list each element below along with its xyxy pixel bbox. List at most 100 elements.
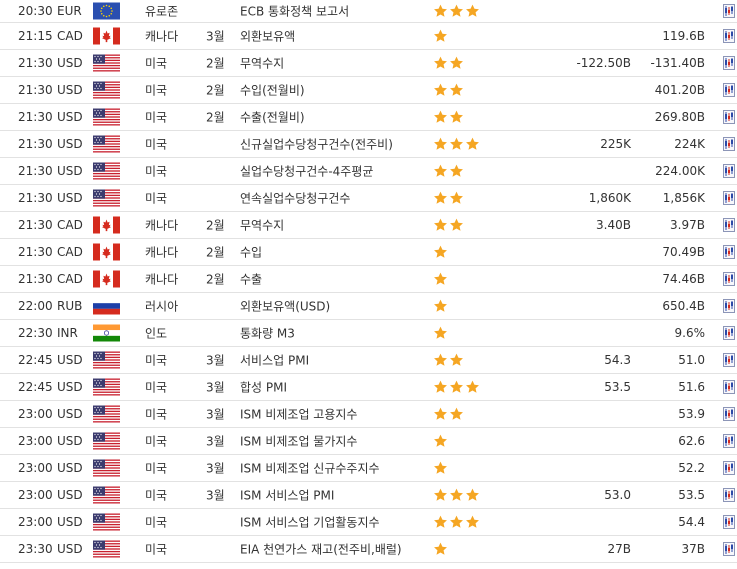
event-name[interactable]: 수입(전월비)	[240, 82, 305, 99]
star-icon	[465, 515, 480, 530]
country-cell: 미국	[145, 137, 168, 152]
previous-cell: 62.6	[678, 434, 705, 448]
event-name[interactable]: 합성 PMI	[240, 379, 287, 396]
previous-cell: 1,856K	[662, 191, 705, 205]
table-row[interactable]: 22:00 RUB 러시아 외환보유액(USD) 650.4B	[0, 293, 737, 320]
chart-icon[interactable]	[723, 542, 735, 556]
event-name[interactable]: ISM 서비스업 기업활동지수	[240, 514, 380, 531]
table-row[interactable]: 21:30 USD 미국 2월 무역수지 -122.50B -131.40B	[0, 50, 737, 77]
time-cell: 21:30	[18, 272, 53, 286]
table-row[interactable]: 21:15 CAD 캐나다 3월 외환보유액 119.6B	[0, 23, 737, 50]
currency-cell: USD	[57, 83, 83, 97]
country-cell: 미국	[145, 56, 168, 71]
time-cell: 23:30	[18, 542, 53, 556]
country-cell: 미국	[145, 191, 168, 206]
country-cell: 캐나다	[145, 272, 179, 287]
event-name[interactable]: 무역수지	[240, 55, 284, 72]
event-name[interactable]: 통화량 M3	[240, 325, 295, 342]
table-row[interactable]: 21:30 CAD 캐나다 2월 수출 74.46B	[0, 266, 737, 293]
event-name[interactable]: 연속실업수당청구건수	[240, 190, 350, 207]
chart-icon[interactable]	[723, 515, 735, 529]
event-name[interactable]: ISM 서비스업 PMI	[240, 487, 334, 504]
previous-cell: 70.49B	[662, 245, 705, 259]
chart-icon[interactable]	[723, 461, 735, 475]
table-row[interactable]: 23:00 USD 미국 3월 ISM 비제조업 고용지수 53.9	[0, 401, 737, 428]
event-name[interactable]: 수출(전월비)	[240, 109, 305, 126]
currency-cell: USD	[57, 191, 83, 205]
table-row[interactable]: 22:30 INR 인도 통화량 M3 9.6%	[0, 320, 737, 347]
chart-icon[interactable]	[723, 245, 735, 259]
table-row[interactable]: 23:00 USD 미국 3월 ISM 서비스업 PMI 53.0 53.5	[0, 482, 737, 509]
chart-icon[interactable]	[723, 407, 735, 421]
chart-icon[interactable]	[723, 56, 735, 70]
chart-icon[interactable]	[723, 164, 735, 178]
importance-stars	[433, 83, 464, 98]
table-row[interactable]: 23:30 USD 미국 EIA 천연가스 재고(전주비,배럴) 27B 37B	[0, 536, 737, 563]
chart-icon[interactable]	[723, 137, 735, 151]
previous-cell: 119.6B	[662, 29, 705, 43]
chart-icon[interactable]	[723, 83, 735, 97]
table-row[interactable]: 21:30 USD 미국 신규실업수당청구건수(전주비) 225K 224K	[0, 131, 737, 158]
chart-icon[interactable]	[723, 353, 735, 367]
chart-icon[interactable]	[723, 29, 735, 43]
chart-icon[interactable]	[723, 326, 735, 340]
event-name[interactable]: ISM 비제조업 물가지수	[240, 433, 357, 450]
country-cell: 캐나다	[145, 245, 179, 260]
table-row[interactable]: 21:30 CAD 캐나다 2월 무역수지 3.40B 3.97B	[0, 212, 737, 239]
ca-flag-icon	[93, 27, 120, 45]
us-flag-icon	[93, 459, 120, 477]
currency-cell: USD	[57, 380, 83, 394]
currency-cell: USD	[57, 515, 83, 529]
event-name[interactable]: 실업수당청구건수-4주평균	[240, 163, 373, 180]
chart-icon[interactable]	[723, 4, 735, 18]
forecast-cell: 53.0	[604, 488, 631, 502]
previous-cell: 74.46B	[662, 272, 705, 286]
star-icon	[433, 83, 448, 98]
table-row[interactable]: 23:00 USD 미국 3월 ISM 비제조업 물가지수 62.6	[0, 428, 737, 455]
star-icon	[433, 488, 448, 503]
table-row[interactable]: 23:00 USD 미국 ISM 서비스업 기업활동지수 54.4	[0, 509, 737, 536]
chart-icon[interactable]	[723, 191, 735, 205]
table-row[interactable]: 21:30 USD 미국 연속실업수당청구건수 1,860K 1,856K	[0, 185, 737, 212]
table-row[interactable]: 22:45 USD 미국 3월 합성 PMI 53.5 51.6	[0, 374, 737, 401]
event-name[interactable]: ECB 통화정책 보고서	[240, 3, 349, 20]
importance-stars	[433, 29, 448, 44]
chart-icon[interactable]	[723, 488, 735, 502]
table-row[interactable]: 21:30 CAD 캐나다 2월 수입 70.49B	[0, 239, 737, 266]
importance-stars	[433, 191, 464, 206]
country-cell: 캐나다	[145, 218, 179, 233]
event-name[interactable]: 외환보유액	[240, 28, 295, 45]
event-name[interactable]: 외환보유액(USD)	[240, 298, 330, 315]
table-row[interactable]: 23:00 USD 미국 3월 ISM 비제조업 신규수주지수 52.2	[0, 455, 737, 482]
forecast-cell: 27B	[607, 542, 631, 556]
chart-icon[interactable]	[723, 272, 735, 286]
chart-icon[interactable]	[723, 299, 735, 313]
chart-icon[interactable]	[723, 110, 735, 124]
event-name[interactable]: ISM 비제조업 고용지수	[240, 406, 357, 423]
event-name[interactable]: 서비스업 PMI	[240, 352, 309, 369]
chart-icon[interactable]	[723, 218, 735, 232]
month-cell: 3월	[206, 353, 225, 368]
event-name[interactable]: 수입	[240, 244, 262, 261]
star-icon	[465, 488, 480, 503]
currency-cell: USD	[57, 461, 83, 475]
table-row[interactable]: 21:30 USD 미국 2월 수출(전월비) 269.80B	[0, 104, 737, 131]
us-flag-icon	[93, 54, 120, 72]
us-flag-icon	[93, 513, 120, 531]
event-name[interactable]: 무역수지	[240, 217, 284, 234]
us-flag-icon	[93, 135, 120, 153]
star-icon	[433, 191, 448, 206]
table-row[interactable]: 21:30 USD 미국 2월 수입(전월비) 401.20B	[0, 77, 737, 104]
event-name[interactable]: 수출	[240, 271, 262, 288]
country-cell: 미국	[145, 515, 168, 530]
chart-icon[interactable]	[723, 380, 735, 394]
table-row[interactable]: 21:30 USD 미국 실업수당청구건수-4주평균 224.00K	[0, 158, 737, 185]
month-cell: 2월	[206, 245, 225, 260]
month-cell: 2월	[206, 218, 225, 233]
chart-icon[interactable]	[723, 434, 735, 448]
table-row[interactable]: 22:45 USD 미국 3월 서비스업 PMI 54.3 51.0	[0, 347, 737, 374]
event-name[interactable]: EIA 천연가스 재고(전주비,배럴)	[240, 541, 402, 558]
event-name[interactable]: 신규실업수당청구건수(전주비)	[240, 136, 393, 153]
table-row[interactable]: 20:30 EUR 유로존 ECB 통화정책 보고서	[0, 0, 737, 23]
event-name[interactable]: ISM 비제조업 신규수주지수	[240, 460, 380, 477]
